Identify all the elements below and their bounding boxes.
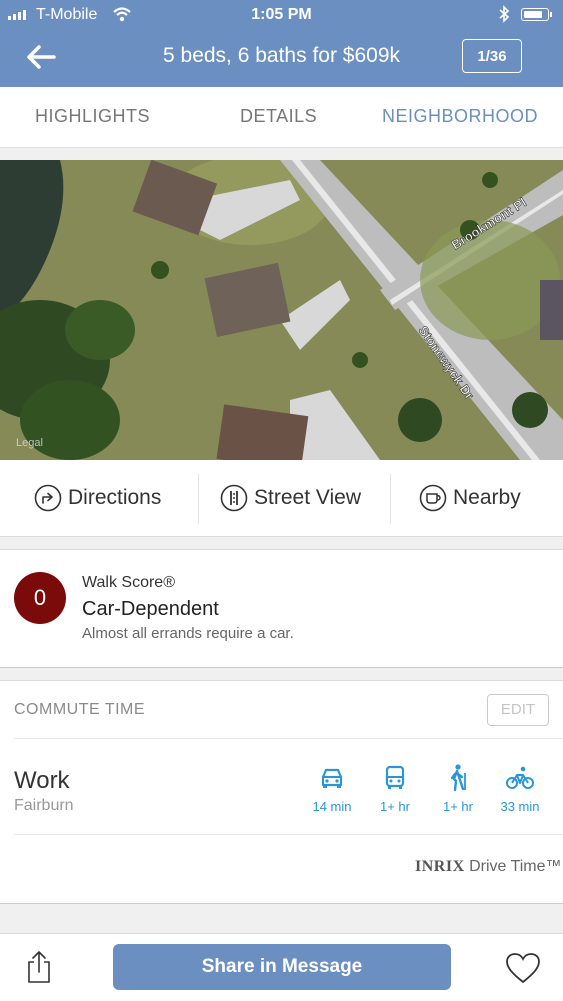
street-view-icon [220, 484, 248, 512]
commute-mode-bike[interactable]: 33 min [490, 763, 550, 814]
commute-destination[interactable]: Work [14, 767, 70, 795]
walk-score-card[interactable]: 0 Walk Score® Car-Dependent Almost all e… [0, 549, 563, 668]
commute-time-car: 14 min [312, 799, 352, 814]
share-icon[interactable] [26, 950, 52, 984]
walk-score-description: Almost all errands require a car. [82, 625, 294, 642]
directions-icon [34, 484, 62, 512]
bike-icon [506, 766, 534, 789]
walk-score-category: Car-Dependent [82, 598, 219, 620]
tab-neighborhood[interactable]: NEIGHBORHOOD [382, 106, 538, 127]
status-bar: T-Mobile 1:05 PM [0, 0, 563, 30]
commute-time-walk: 1+ hr [443, 799, 473, 814]
car-icon [321, 768, 343, 788]
status-time: 1:05 PM [251, 6, 312, 23]
directions-label: Directions [68, 486, 162, 509]
header-bar: T-Mobile 1:05 PM 5 beds, 6 baths for $60… [0, 0, 563, 87]
divider [390, 474, 391, 524]
map-legal-link[interactable]: Legal [16, 437, 43, 449]
divider [198, 474, 199, 524]
walk-icon [450, 764, 466, 792]
divider [14, 834, 563, 835]
heart-icon[interactable] [505, 952, 541, 984]
map-actions-bar: Directions Street View Nearby [0, 460, 563, 537]
tab-details[interactable]: DETAILS [240, 106, 317, 127]
tab-highlights[interactable]: HIGHLIGHTS [35, 106, 150, 127]
walk-score-label: Walk Score® [82, 574, 175, 591]
satellite-map[interactable]: Brookmont Pl Stonewyck Dr Legal [0, 160, 563, 460]
photo-counter-button[interactable]: 1/36 [462, 39, 522, 73]
divider [14, 738, 563, 739]
coffee-cup-icon [419, 484, 447, 512]
share-in-message-button[interactable]: Share in Message [113, 944, 451, 990]
inrix-attribution: INRIX Drive Time™ [415, 858, 562, 876]
inrix-logo: INRIX [415, 858, 465, 875]
nearby-label: Nearby [453, 486, 521, 509]
inrix-drive-time-label: Drive Time™ [469, 858, 562, 875]
bus-icon [385, 765, 405, 789]
commute-time-bike: 33 min [500, 799, 540, 814]
street-view-button[interactable]: Street View [220, 482, 361, 514]
commute-mode-car[interactable]: 14 min [302, 763, 362, 814]
directions-button[interactable]: Directions [34, 482, 161, 514]
commute-mode-walk[interactable]: 1+ hr [428, 763, 488, 814]
commute-card: COMMUTE TIME EDIT Work Fairburn 14 min 1… [0, 680, 563, 904]
walk-score-badge: 0 [14, 572, 66, 624]
street-view-label: Street View [254, 486, 361, 509]
commute-mode-bus[interactable]: 1+ hr [365, 763, 425, 814]
bottom-toolbar: Share in Message [0, 933, 563, 1001]
commute-time-bus: 1+ hr [380, 799, 410, 814]
commute-destination-city: Fairburn [14, 797, 74, 814]
battery-icon [521, 8, 552, 21]
edit-button[interactable]: EDIT [487, 694, 549, 726]
bluetooth-icon [499, 5, 510, 23]
nearby-button[interactable]: Nearby [419, 482, 521, 514]
tab-bar: HIGHLIGHTS DETAILS NEIGHBORHOOD [0, 87, 563, 148]
commute-header: COMMUTE TIME [14, 701, 146, 718]
